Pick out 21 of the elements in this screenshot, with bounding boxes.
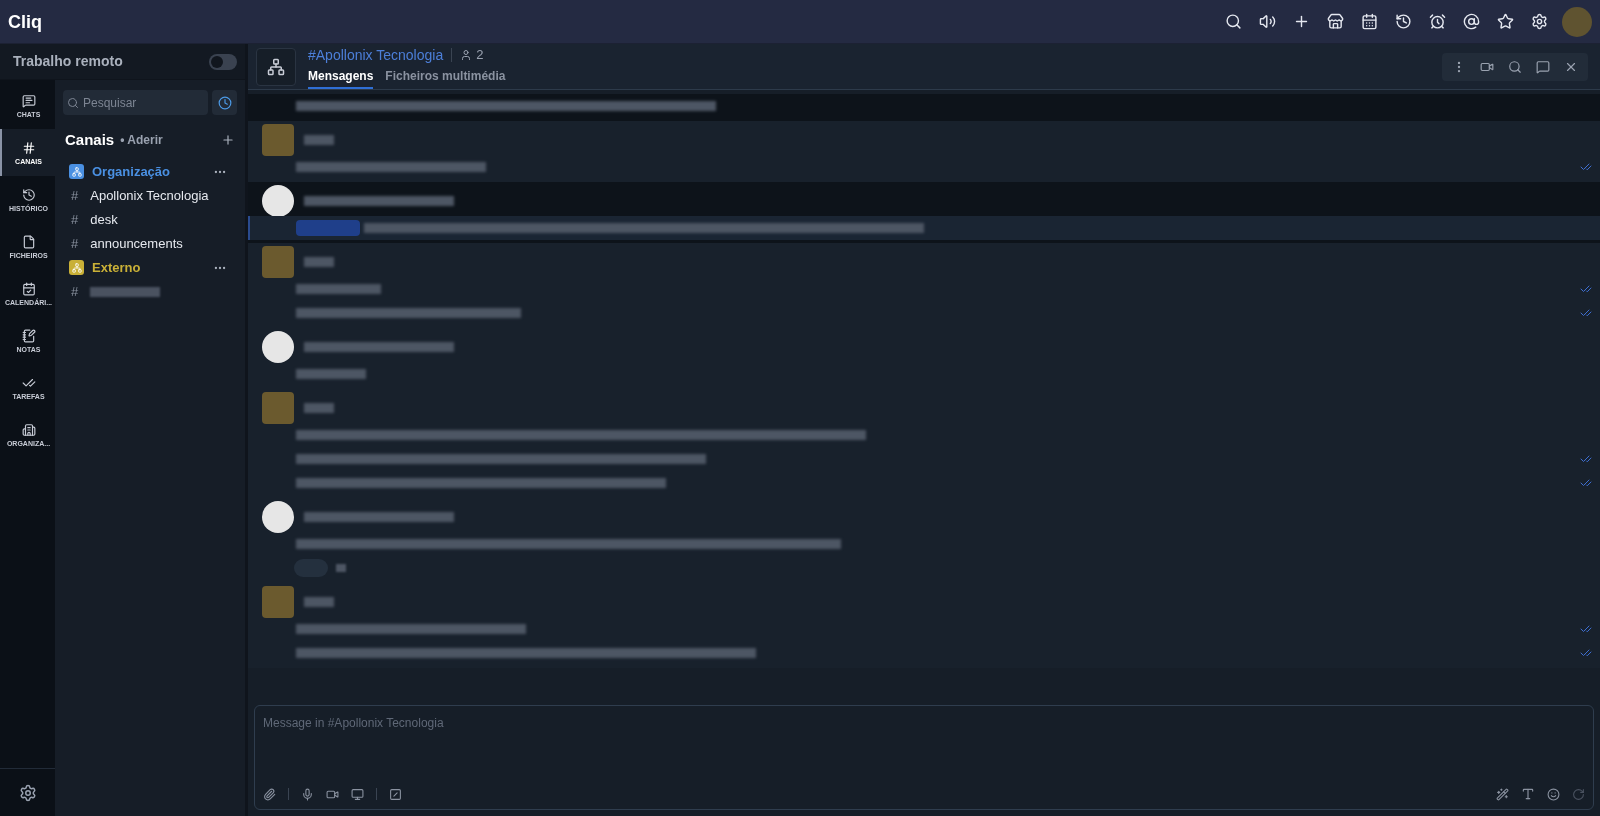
section-title: Canais (65, 130, 115, 150)
join-link[interactable]: • Aderir (120, 131, 163, 150)
channel-item[interactable]: desk (90, 209, 118, 230)
search-input[interactable]: Pesquisar (83, 93, 183, 112)
status-label: Trabalho remoto (13, 52, 123, 71)
search-field[interactable]: Pesquisar (63, 90, 208, 115)
channel-item[interactable]: announcements (90, 233, 183, 254)
hash-icon: # (71, 233, 79, 254)
member-count: 2 (476, 46, 484, 65)
group-name[interactable]: Organização (92, 161, 171, 182)
channel-item[interactable]: Apollonix Tecnologia (90, 185, 209, 206)
group-name[interactable]: Externo (92, 257, 141, 278)
channel-title: #Apollonix Tecnologia (308, 45, 444, 65)
hash-icon: # (71, 209, 79, 230)
hash-icon: # (71, 281, 79, 302)
message-composer[interactable]: Message in #Apollonix Tecnologia (254, 705, 1594, 810)
tab[interactable]: Ficheiros multimédia (385, 66, 506, 89)
message-input[interactable]: Message in #Apollonix Tecnologia (263, 714, 1585, 787)
app-title: Cliq (8, 10, 42, 34)
tab[interactable]: Mensagens (308, 66, 374, 89)
hash-icon: # (71, 185, 79, 206)
